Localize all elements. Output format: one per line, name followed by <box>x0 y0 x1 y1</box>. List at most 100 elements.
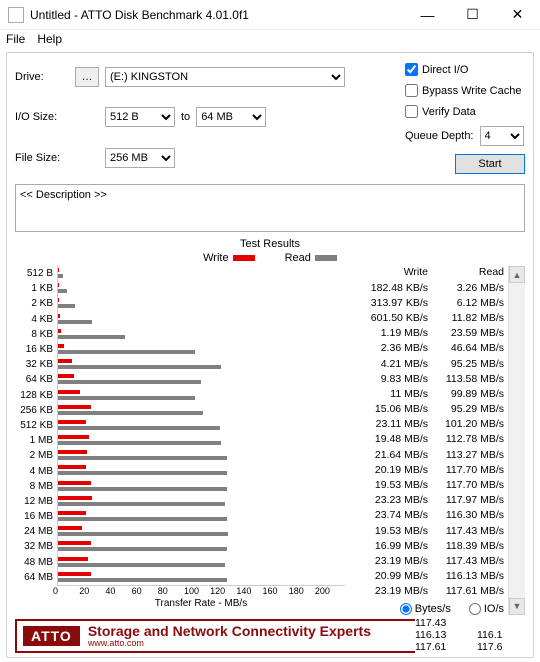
write-bar <box>58 314 60 318</box>
scroll-down-icon[interactable]: ▼ <box>509 598 525 615</box>
read-bar <box>58 441 221 445</box>
chart-row: 512 KB <box>15 418 345 433</box>
write-bar <box>58 450 87 454</box>
label-drive: Drive: <box>15 71 75 83</box>
y-label: 16 KB <box>15 344 57 355</box>
chart-row: 32 KB <box>15 357 345 372</box>
minimize-button[interactable]: — <box>405 0 450 30</box>
values-header: Write Read <box>345 266 508 280</box>
read-bar <box>58 289 67 293</box>
close-button[interactable]: ✕ <box>495 0 540 30</box>
chart-row: 128 KB <box>15 388 345 403</box>
chart-row: 8 KB <box>15 327 345 342</box>
chart-row: 64 MB <box>15 570 345 585</box>
write-bar <box>58 465 86 469</box>
value-row: 601.50 KB/s11.82 MB/s <box>345 310 508 325</box>
write-bar <box>58 405 91 409</box>
y-label: 256 KB <box>15 405 57 416</box>
menu-file[interactable]: File <box>6 32 25 46</box>
bytes-radio[interactable]: Bytes/s <box>400 603 451 615</box>
label-queue-depth: Queue Depth: <box>405 130 474 142</box>
file-size-select[interactable]: 256 MB <box>105 148 175 168</box>
window-title: Untitled - ATTO Disk Benchmark 4.01.0f1 <box>30 8 405 22</box>
write-bar <box>58 420 86 424</box>
y-label: 12 MB <box>15 496 57 507</box>
direct-io-checkbox[interactable]: Direct I/O <box>405 63 525 76</box>
write-bar <box>58 496 92 500</box>
read-swatch-icon <box>315 255 337 261</box>
verify-checkbox[interactable]: Verify Data <box>405 105 525 118</box>
io-to-select[interactable]: 64 MB <box>196 107 266 127</box>
bypass-checkbox[interactable]: Bypass Write Cache <box>405 84 525 97</box>
read-bar <box>58 456 227 460</box>
value-row: 4.21 MB/s95.25 MB/s <box>345 356 508 371</box>
chart-row: 4 MB <box>15 463 345 478</box>
value-row: 1.19 MB/s23.59 MB/s <box>345 326 508 341</box>
scroll-up-icon[interactable]: ▲ <box>509 266 525 283</box>
y-label: 24 MB <box>15 526 57 537</box>
read-bar <box>58 532 228 536</box>
write-bar <box>58 557 88 561</box>
y-label: 2 KB <box>15 298 57 309</box>
value-row: 15.06 MB/s95.29 MB/s <box>345 402 508 417</box>
read-bar <box>58 335 125 339</box>
label-file-size: File Size: <box>15 152 75 164</box>
menubar: File Help <box>0 30 540 48</box>
read-bar <box>58 578 227 582</box>
chart-row: 512 B <box>15 266 345 281</box>
label-io-size: I/O Size: <box>15 111 75 123</box>
value-row: 16.99 MB/s118.39 MB/s <box>345 538 508 553</box>
write-bar <box>58 298 59 302</box>
write-bar <box>58 572 91 576</box>
maximize-button[interactable]: ☐ <box>450 0 495 30</box>
value-row: 23.19 MB/s117.61 MB/s <box>345 584 508 599</box>
chart-row: 12 MB <box>15 494 345 509</box>
chart-area: 512 B 1 KB 2 KB 4 KB 8 KB 16 KB 32 KB 6 <box>15 266 345 615</box>
atto-logo: ATTO <box>23 626 80 646</box>
write-swatch-icon <box>233 255 255 261</box>
label-to: to <box>181 111 190 123</box>
ios-radio[interactable]: IO/s <box>469 603 504 615</box>
value-row: 11 MB/s99.89 MB/s <box>345 386 508 401</box>
io-from-select[interactable]: 512 B <box>105 107 175 127</box>
banner-text: Storage and Network Connectivity Experts <box>88 624 371 638</box>
chart-row: 8 MB <box>15 479 345 494</box>
y-label: 64 KB <box>15 374 57 385</box>
menu-help[interactable]: Help <box>37 32 62 46</box>
value-row: 182.48 KB/s3.26 MB/s <box>345 280 508 295</box>
results-scrollbar[interactable]: ▲ ▼ <box>508 266 525 615</box>
value-row: 21.64 MB/s113.27 MB/s <box>345 447 508 462</box>
start-button[interactable]: Start <box>455 154 525 174</box>
value-row: 313.97 KB/s6.12 MB/s <box>345 295 508 310</box>
y-label: 1 KB <box>15 283 57 294</box>
test-results-heading: Test Results <box>15 238 525 250</box>
overflow-values: 117.43116.13116.1117.61117.6 <box>415 617 525 653</box>
value-row: 19.53 MB/s117.43 MB/s <box>345 523 508 538</box>
y-label: 48 MB <box>15 557 57 568</box>
write-bar <box>58 541 91 545</box>
chart-row: 1 KB <box>15 281 345 296</box>
y-label: 64 MB <box>15 572 57 583</box>
drive-select[interactable]: (E:) KINGSTON <box>105 67 345 87</box>
queue-depth-select[interactable]: 4 <box>480 126 524 146</box>
read-bar <box>58 350 195 354</box>
write-bar <box>58 435 89 439</box>
chart-row: 24 MB <box>15 524 345 539</box>
drive-more-button[interactable]: … <box>75 67 99 87</box>
y-label: 4 KB <box>15 314 57 325</box>
write-bar <box>58 390 80 394</box>
write-bar <box>58 526 82 530</box>
chart-row: 48 MB <box>15 555 345 570</box>
y-label: 16 MB <box>15 511 57 522</box>
value-row: 19.53 MB/s117.70 MB/s <box>345 477 508 492</box>
chart-row: 16 KB <box>15 342 345 357</box>
chart-row: 2 MB <box>15 448 345 463</box>
read-bar <box>58 502 225 506</box>
write-bar <box>58 344 64 348</box>
write-bar <box>58 511 86 515</box>
y-label: 2 MB <box>15 450 57 461</box>
read-bar <box>58 365 221 369</box>
chart-row: 4 KB <box>15 312 345 327</box>
description-textarea[interactable]: << Description >> <box>15 184 525 232</box>
titlebar: Untitled - ATTO Disk Benchmark 4.01.0f1 … <box>0 0 540 30</box>
